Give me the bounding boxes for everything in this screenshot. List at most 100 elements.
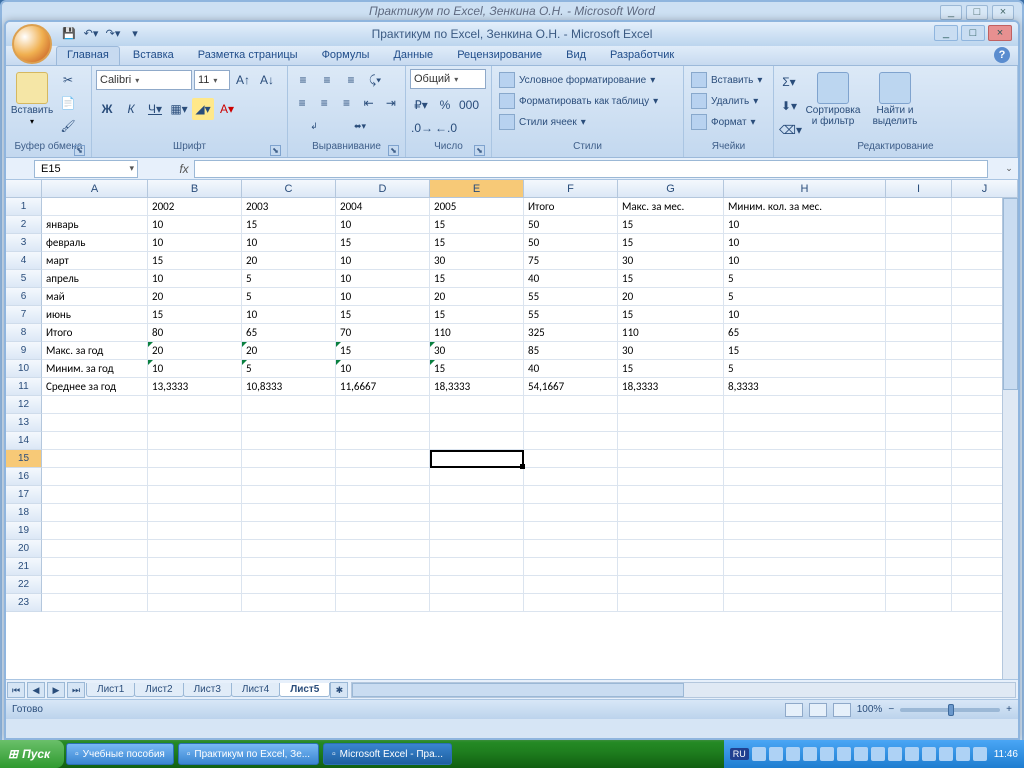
qat-redo-button[interactable]: ↷▾ xyxy=(104,25,122,43)
format-cells-button[interactable]: Формат ▾ xyxy=(688,113,769,131)
cell[interactable] xyxy=(524,414,618,432)
cell[interactable]: 10 xyxy=(148,360,242,378)
cell[interactable] xyxy=(148,522,242,540)
cell[interactable] xyxy=(42,594,148,612)
cell[interactable] xyxy=(42,468,148,486)
excel-close-button[interactable]: × xyxy=(988,25,1012,41)
cell[interactable] xyxy=(430,468,524,486)
row-header[interactable]: 19 xyxy=(6,522,42,540)
column-header[interactable]: I xyxy=(886,180,952,197)
cell[interactable] xyxy=(42,414,148,432)
alignment-dialog-launcher[interactable]: ⬊ xyxy=(388,145,399,156)
cell[interactable] xyxy=(148,396,242,414)
cell[interactable]: апрель xyxy=(42,270,148,288)
grid-rows[interactable]: 12002200320042005ИтогоМакс. за мес.Миним… xyxy=(6,198,1018,679)
cell[interactable] xyxy=(886,306,952,324)
row-header[interactable]: 9 xyxy=(6,342,42,360)
row-header[interactable]: 17 xyxy=(6,486,42,504)
cell[interactable] xyxy=(242,432,336,450)
cell[interactable]: 15 xyxy=(618,270,724,288)
number-dialog-launcher[interactable]: ⬊ xyxy=(474,145,485,156)
cell[interactable] xyxy=(42,396,148,414)
cell[interactable]: март xyxy=(42,252,148,270)
cell[interactable]: 40 xyxy=(524,270,618,288)
cell[interactable] xyxy=(886,288,952,306)
cell[interactable] xyxy=(886,558,952,576)
fill-button[interactable]: ⬇▾ xyxy=(778,95,800,117)
cell[interactable]: 2003 xyxy=(242,198,336,216)
cell[interactable]: 10 xyxy=(148,270,242,288)
cell[interactable] xyxy=(242,504,336,522)
cell[interactable] xyxy=(524,540,618,558)
cell[interactable] xyxy=(242,486,336,504)
cell[interactable] xyxy=(42,504,148,522)
word-maximize-button[interactable]: □ xyxy=(966,5,988,20)
cell[interactable] xyxy=(886,522,952,540)
cell[interactable] xyxy=(148,540,242,558)
cell[interactable] xyxy=(148,468,242,486)
cell[interactable] xyxy=(336,594,430,612)
row-header[interactable]: 15 xyxy=(6,450,42,468)
cell[interactable] xyxy=(886,198,952,216)
borders-button[interactable]: ▦▾ xyxy=(168,98,190,120)
cell[interactable]: февраль xyxy=(42,234,148,252)
cell[interactable]: 15 xyxy=(336,234,430,252)
cell[interactable] xyxy=(524,468,618,486)
align-top-button[interactable]: ≡ xyxy=(292,69,314,91)
cell[interactable] xyxy=(148,594,242,612)
cell[interactable] xyxy=(148,486,242,504)
cell[interactable] xyxy=(618,396,724,414)
orientation-button[interactable]: ⤹▾ xyxy=(364,69,386,91)
cell[interactable] xyxy=(886,216,952,234)
column-header[interactable]: J xyxy=(952,180,1018,197)
tray-icon[interactable] xyxy=(786,747,800,761)
cell[interactable] xyxy=(336,558,430,576)
cell[interactable] xyxy=(886,540,952,558)
column-header[interactable]: H xyxy=(724,180,886,197)
cell[interactable]: 18,3333 xyxy=(430,378,524,396)
cell[interactable] xyxy=(42,432,148,450)
column-header[interactable]: B xyxy=(148,180,242,197)
cell[interactable] xyxy=(618,558,724,576)
delete-cells-button[interactable]: Удалить ▾ xyxy=(688,92,769,110)
cell[interactable]: июнь xyxy=(42,306,148,324)
cell[interactable]: 65 xyxy=(724,324,886,342)
cell[interactable]: 70 xyxy=(336,324,430,342)
ribbon-tab[interactable]: Вид xyxy=(555,46,597,65)
cell[interactable] xyxy=(724,594,886,612)
cell[interactable]: 80 xyxy=(148,324,242,342)
cell[interactable] xyxy=(148,504,242,522)
accounting-format-button[interactable]: ₽▾ xyxy=(410,94,432,116)
cell[interactable] xyxy=(148,576,242,594)
grow-font-button[interactable]: A↑ xyxy=(232,69,254,91)
cell[interactable] xyxy=(618,450,724,468)
cell[interactable]: 15 xyxy=(618,216,724,234)
view-normal-button[interactable] xyxy=(785,703,803,717)
cell[interactable] xyxy=(886,252,952,270)
cell[interactable]: 20 xyxy=(618,288,724,306)
cell[interactable]: 15 xyxy=(724,342,886,360)
cell[interactable] xyxy=(886,468,952,486)
column-header[interactable]: E xyxy=(430,180,524,197)
increase-decimal-button[interactable]: .0→ xyxy=(410,117,432,139)
row-header[interactable]: 5 xyxy=(6,270,42,288)
align-right-button[interactable]: ≡ xyxy=(336,92,356,114)
sheet-tab[interactable]: Лист4 xyxy=(231,683,280,697)
sheet-nav-last-button[interactable]: ⏭ xyxy=(67,682,85,698)
cell[interactable] xyxy=(336,414,430,432)
cell[interactable]: 5 xyxy=(242,288,336,306)
office-button[interactable] xyxy=(12,24,52,64)
tray-icon[interactable] xyxy=(769,747,783,761)
conditional-formatting-button[interactable]: Условное форматирование ▾ xyxy=(496,71,679,89)
column-header[interactable]: A xyxy=(42,180,148,197)
formula-bar-expand-button[interactable]: ⌄ xyxy=(1002,163,1016,174)
tray-icon[interactable] xyxy=(939,747,953,761)
cell[interactable] xyxy=(618,594,724,612)
cell[interactable]: 15 xyxy=(430,270,524,288)
align-center-button[interactable]: ≡ xyxy=(314,92,334,114)
row-header[interactable]: 20 xyxy=(6,540,42,558)
cell[interactable] xyxy=(886,414,952,432)
cell[interactable] xyxy=(886,576,952,594)
cell[interactable]: 10 xyxy=(336,288,430,306)
taskbar-button[interactable]: ▫Учебные пособия xyxy=(66,743,174,765)
